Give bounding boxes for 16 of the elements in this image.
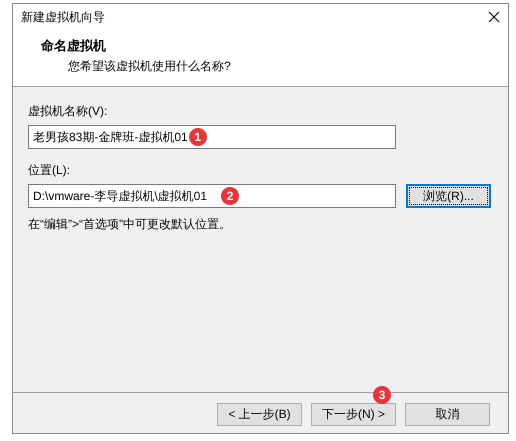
field-label: 虚拟机名称(V):: [28, 103, 108, 120]
step-badge: 3: [373, 386, 391, 404]
close-icon[interactable]: [488, 11, 500, 23]
cancel-button[interactable]: 取消: [405, 403, 490, 426]
page-heading: 命名虚拟机: [41, 37, 107, 55]
input-field[interactable]: D:\vmware-李导虚拟机\虚拟机01 2: [28, 184, 396, 208]
step-badge: 1: [188, 128, 207, 146]
hint-text: 在“编辑”>“首选项”中可更改默认位置。: [28, 216, 232, 233]
field-label: 位置(L):: [28, 162, 71, 179]
back-button[interactable]: < 上一步(B): [217, 403, 302, 426]
input-field[interactable]: 老男孩83期-金牌班-虚拟机01 1: [28, 125, 396, 149]
page-subtitle: 您希望该虚拟机使用什么名称?: [68, 58, 232, 75]
window-title: 新建虚拟机向导: [21, 8, 105, 26]
next-button[interactable]: 下一步(N) >: [311, 403, 396, 426]
step-badge: 2: [221, 187, 240, 205]
browse-button[interactable]: 浏览(R)...: [406, 184, 491, 208]
